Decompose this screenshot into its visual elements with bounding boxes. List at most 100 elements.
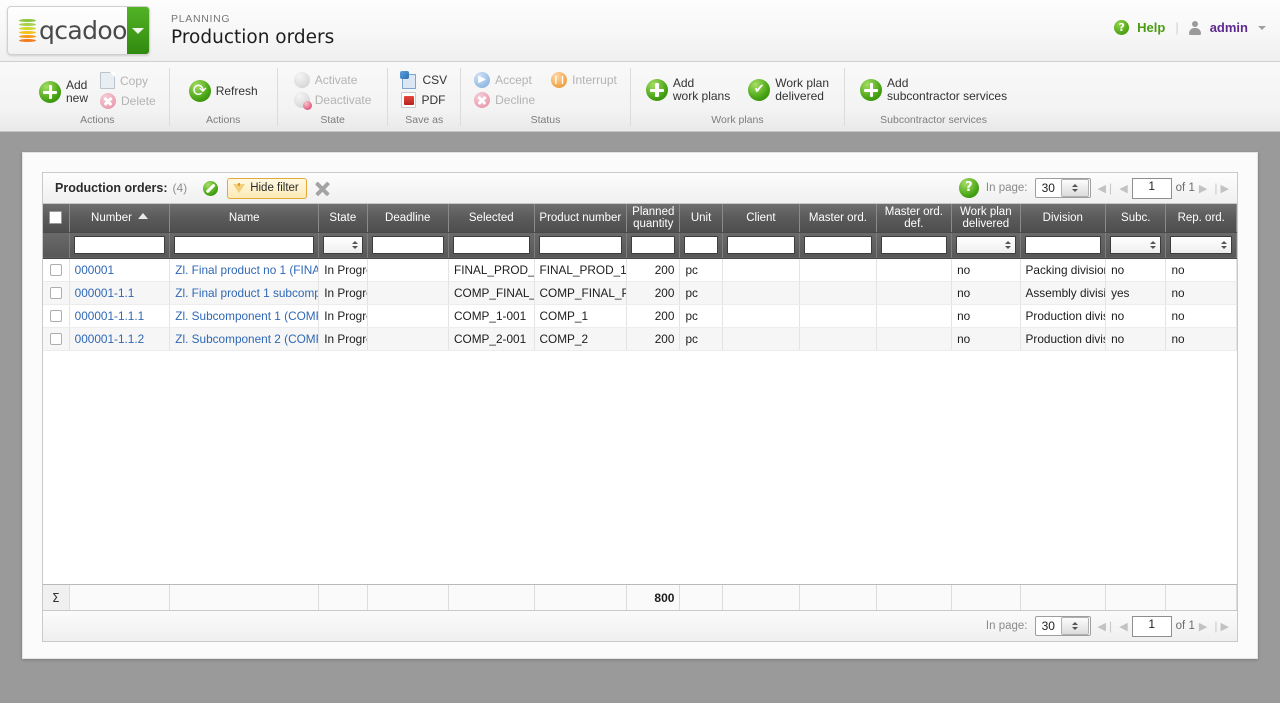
- next-page-icon[interactable]: ▶: [1199, 620, 1207, 633]
- ribbon-group-label: Status: [461, 114, 630, 126]
- row-checkbox[interactable]: [50, 333, 62, 345]
- app-menu-dropdown-button[interactable]: [127, 7, 149, 54]
- column-header-label: Client: [746, 212, 775, 224]
- filter-select-workplan[interactable]: [956, 236, 1015, 254]
- copy-button[interactable]: Copy: [97, 71, 159, 90]
- export-pdf-button[interactable]: PDF: [398, 91, 450, 109]
- question-mark-icon[interactable]: ?: [959, 178, 979, 198]
- cell-masterdef: [876, 327, 951, 350]
- row-select-cell[interactable]: [43, 258, 69, 281]
- filter-select-subc[interactable]: [1110, 236, 1161, 254]
- column-header-state[interactable]: State: [319, 204, 367, 232]
- select-all-header[interactable]: [43, 204, 69, 232]
- order-name-link[interactable]: Zl. Final product 1 subcomponent: [175, 286, 318, 300]
- column-header-repord[interactable]: Rep. ord.: [1166, 204, 1237, 232]
- filter-input-client[interactable]: [727, 236, 795, 254]
- current-page-input[interactable]: 1: [1132, 178, 1172, 199]
- decline-button[interactable]: Decline: [471, 91, 538, 109]
- column-header-division[interactable]: Division: [1020, 204, 1106, 232]
- clear-filter-button[interactable]: [200, 178, 221, 199]
- order-number-link[interactable]: 000001-1.1.1: [75, 309, 145, 323]
- page-size-stepper[interactable]: 30: [1035, 616, 1091, 636]
- page-size-spinner-icon[interactable]: [1061, 617, 1089, 635]
- current-page-input[interactable]: 1: [1132, 616, 1172, 637]
- filter-select-repord[interactable]: [1170, 236, 1232, 254]
- filter-input-name[interactable]: [174, 236, 314, 254]
- accept-button[interactable]: Accept: [471, 71, 538, 89]
- close-x-icon[interactable]: [313, 179, 332, 198]
- table-row[interactable]: 000001-1.1.2Zl. Subcomponent 2 (COMP_2)I…: [43, 327, 1237, 350]
- work-plan-delivered-button[interactable]: Work plan delivered: [745, 76, 832, 104]
- column-header-masterord[interactable]: Master ord.: [800, 204, 876, 232]
- row-select-cell[interactable]: [43, 281, 69, 304]
- refresh-button[interactable]: Refresh: [186, 79, 261, 103]
- order-number-link[interactable]: 000001: [75, 263, 114, 277]
- add-work-plans-button[interactable]: Add work plans: [643, 76, 733, 104]
- first-page-icon[interactable]: ◀❘: [1098, 620, 1116, 633]
- filter-input-planned[interactable]: [631, 236, 675, 254]
- order-number-link[interactable]: 000001-1.1: [75, 286, 135, 300]
- interrupt-button[interactable]: Interrupt: [548, 71, 620, 89]
- column-header-deadline[interactable]: Deadline: [367, 204, 449, 232]
- brand-logo[interactable]: qcadoo: [8, 7, 127, 54]
- select-all-checkbox[interactable]: [49, 211, 62, 224]
- table-row[interactable]: 000001-1.1 Zl. Final product 1 subcompone…: [43, 281, 1237, 304]
- table-row[interactable]: 000001-1.1.1Zl. Subcomponent 1 (COMP_1)I…: [43, 304, 1237, 327]
- summary-cell-masterord: [800, 585, 876, 610]
- cell-number: 000001: [69, 258, 170, 281]
- row-checkbox[interactable]: [50, 287, 62, 299]
- column-header-masterdef[interactable]: Master ord. def.: [876, 204, 951, 232]
- export-csv-button[interactable]: CSV: [398, 71, 450, 89]
- help-link[interactable]: Help: [1137, 20, 1165, 35]
- row-checkbox[interactable]: [50, 310, 62, 322]
- user-menu-label[interactable]: admin: [1210, 20, 1248, 35]
- plus-circle-green-icon: [646, 79, 668, 101]
- order-name-link[interactable]: Zl. Subcomponent 1 (COMP_1): [175, 309, 318, 323]
- filter-input-division[interactable]: [1025, 236, 1102, 254]
- sort-ascending-icon: [138, 213, 148, 219]
- chevron-down-icon[interactable]: [1258, 26, 1266, 30]
- column-header-product[interactable]: Product number: [534, 204, 627, 232]
- column-header-client[interactable]: Client: [722, 204, 799, 232]
- cell-name: Zl. Subcomponent 2 (COMP_2): [170, 327, 319, 350]
- column-header-number[interactable]: Number: [69, 204, 170, 232]
- table-row[interactable]: 000001 Zl. Final product no 1 (FINAL_PROD…: [43, 258, 1237, 281]
- deactivate-button[interactable]: Deactivate: [291, 91, 375, 109]
- column-header-selected[interactable]: Selected: [449, 204, 535, 232]
- filter-cell-unit: [680, 232, 722, 258]
- column-header-subc[interactable]: Subc.: [1106, 204, 1166, 232]
- next-page-icon[interactable]: ▶: [1199, 182, 1207, 195]
- filter-input-number[interactable]: [74, 236, 166, 254]
- page-size-stepper[interactable]: 30: [1035, 178, 1091, 198]
- page-size-spinner-icon[interactable]: [1061, 179, 1089, 197]
- filter-input-selected[interactable]: [453, 236, 530, 254]
- row-select-cell[interactable]: [43, 327, 69, 350]
- grid-scroll-area[interactable]: NumberNameStateDeadlineSelectedProduct n…: [43, 204, 1237, 584]
- filter-select-state[interactable]: [323, 236, 362, 254]
- order-number-link[interactable]: 000001-1.1.2: [75, 332, 145, 346]
- filter-input-masterdef[interactable]: [881, 236, 947, 254]
- first-page-icon[interactable]: ◀❘: [1098, 182, 1116, 195]
- add-new-button[interactable]: Add new: [36, 71, 91, 106]
- prev-page-icon[interactable]: ◀: [1119, 182, 1127, 195]
- filter-input-deadline[interactable]: [372, 236, 445, 254]
- order-name-link[interactable]: Zl. Final product no 1 (FINAL_PROD_1): [175, 263, 318, 277]
- hide-filter-button[interactable]: Hide filter: [227, 178, 307, 199]
- prev-page-icon[interactable]: ◀: [1119, 620, 1127, 633]
- delete-button[interactable]: Delete: [97, 92, 159, 110]
- column-header-planned[interactable]: Planned quantity: [627, 204, 680, 232]
- filter-cell-number: [69, 232, 170, 258]
- column-header-workplan[interactable]: Work plan delivered: [952, 204, 1020, 232]
- column-header-unit[interactable]: Unit: [680, 204, 722, 232]
- last-page-icon[interactable]: ❘▶: [1211, 182, 1229, 195]
- add-subcontractor-services-button[interactable]: Add subcontractor services: [857, 76, 1010, 104]
- last-page-icon[interactable]: ❘▶: [1211, 620, 1229, 633]
- filter-input-unit[interactable]: [684, 236, 717, 254]
- row-select-cell[interactable]: [43, 304, 69, 327]
- activate-button[interactable]: Activate: [291, 71, 375, 89]
- filter-input-product[interactable]: [539, 236, 623, 254]
- column-header-name[interactable]: Name: [170, 204, 319, 232]
- order-name-link[interactable]: Zl. Subcomponent 2 (COMP_2): [175, 332, 318, 346]
- filter-input-masterord[interactable]: [804, 236, 871, 254]
- row-checkbox[interactable]: [50, 264, 62, 276]
